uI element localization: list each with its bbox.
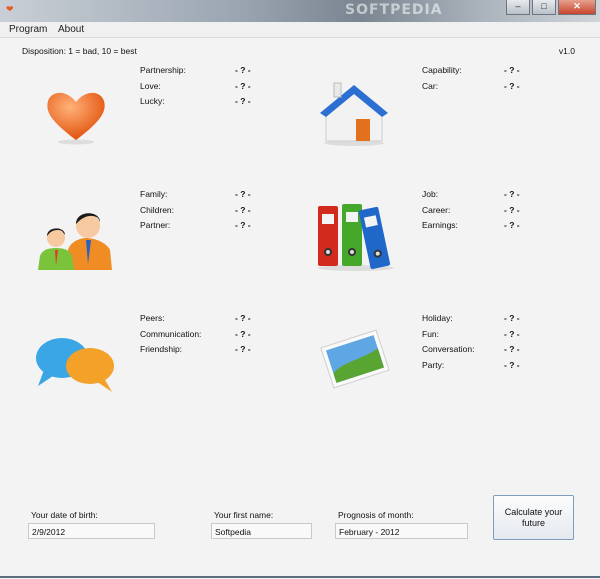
watermark: SOFTPEDIA: [345, 2, 443, 18]
field-value: - ? -: [504, 81, 520, 91]
field-value: - ? -: [235, 96, 251, 106]
house-icon: [316, 75, 392, 147]
field-label: Party:: [422, 360, 445, 370]
disposition-hint: Disposition: 1 = bad, 10 = best: [22, 46, 137, 56]
window-controls: – □ ✕: [506, 0, 596, 15]
birth-date-field[interactable]: 2/9/2012: [28, 523, 155, 539]
field-label: Holiday:: [422, 313, 453, 323]
field-value: - ? -: [504, 360, 520, 370]
field-label: Lucky:: [140, 96, 165, 106]
field-label: Capability:: [422, 65, 462, 75]
field-label: Earnings:: [422, 220, 458, 230]
heart-icon: [42, 86, 110, 146]
photo-icon: [318, 328, 392, 390]
heart-icon: ❤: [6, 4, 14, 14]
field-value: - ? -: [504, 344, 520, 354]
field-value: - ? -: [235, 329, 251, 339]
field-label: Career:: [422, 205, 451, 215]
field-value: - ? -: [504, 205, 520, 215]
field-value: - ? -: [504, 220, 520, 230]
chat-bubbles-icon: [34, 336, 118, 394]
field-label: Love:: [140, 81, 161, 91]
field-value: - ? -: [235, 65, 251, 75]
field-label: Communication:: [140, 329, 202, 339]
binders-icon: [312, 200, 402, 272]
maximize-icon[interactable]: □: [532, 0, 556, 15]
prognosis-month-picker[interactable]: February - 2012: [335, 523, 468, 539]
field-label: Job:: [422, 189, 439, 199]
version-label: v1.0: [558, 46, 575, 56]
field-value: - ? -: [504, 313, 520, 323]
minimize-icon[interactable]: –: [506, 0, 530, 15]
field-value: - ? -: [235, 313, 251, 323]
field-label: Conversation:: [422, 344, 475, 354]
field-value: - ? -: [235, 220, 251, 230]
field-value: - ? -: [235, 189, 251, 199]
field-value: - ? -: [504, 65, 520, 75]
calculate-button[interactable]: Calculate your future: [493, 495, 574, 540]
field-value: - ? -: [235, 344, 251, 354]
first-name-field[interactable]: Softpedia: [211, 523, 312, 539]
menu-bar: Program About: [0, 22, 600, 37]
main-panel: Disposition: 1 = bad, 10 = best v1.0 Par…: [0, 37, 600, 579]
field-label: Partner:: [140, 220, 171, 230]
field-label: Car:: [422, 81, 439, 91]
field-value: - ? -: [235, 205, 251, 215]
field-label: Peers:: [140, 313, 165, 323]
close-icon[interactable]: ✕: [558, 0, 596, 15]
field-value: - ? -: [235, 81, 251, 91]
first-name-label: Your first name:: [214, 510, 274, 520]
field-label: Family:: [140, 189, 168, 199]
family-icon: [36, 204, 116, 270]
field-value: - ? -: [504, 189, 520, 199]
prognosis-month-label: Prognosis of month:: [338, 510, 414, 520]
title-bar: ❤ SOFTPEDIA – □ ✕: [0, 0, 600, 22]
field-label: Fun:: [422, 329, 440, 339]
field-label: Children:: [140, 205, 175, 215]
menu-about[interactable]: About: [58, 24, 84, 35]
birth-date-label: Your date of birth:: [31, 510, 98, 520]
field-label: Partnership:: [140, 65, 186, 75]
menu-program[interactable]: Program: [9, 24, 47, 35]
field-label: Friendship:: [140, 344, 183, 354]
field-value: - ? -: [504, 329, 520, 339]
